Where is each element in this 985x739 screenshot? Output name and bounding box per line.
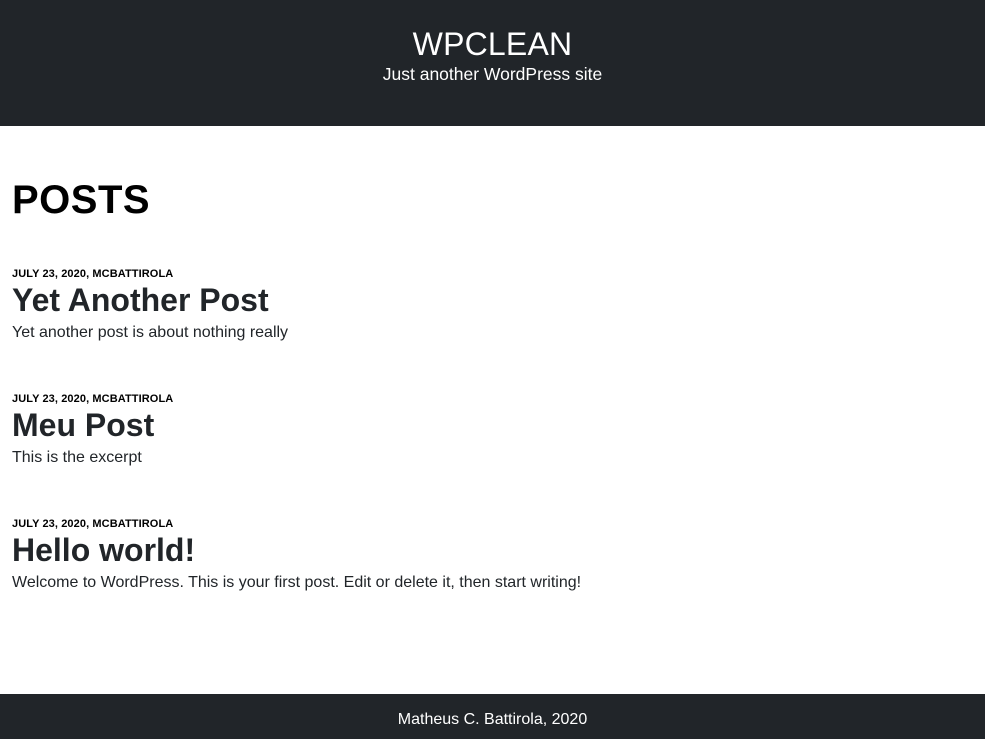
site-title-link[interactable]: WPCLEAN xyxy=(0,25,985,63)
post-excerpt: Welcome to WordPress. This is your first… xyxy=(12,574,582,591)
post-meta: JULY 23, 2020, MCBATTIROLA xyxy=(12,518,174,530)
post-item: JULY 23, 2020, MCBATTIROLA Hello world! … xyxy=(12,517,972,593)
site-tagline: Just another WordPress site xyxy=(382,64,603,84)
post-meta: JULY 23, 2020, MCBATTIROLA xyxy=(12,393,174,405)
post-item: JULY 23, 2020, MCBATTIROLA Yet Another P… xyxy=(12,267,972,343)
post-excerpt: Yet another post is about nothing really xyxy=(12,324,289,341)
site-header: WPCLEAN Just another WordPress site xyxy=(0,0,985,126)
post-title-link[interactable]: Hello world! xyxy=(12,532,972,568)
post-title-link[interactable]: Meu Post xyxy=(12,407,972,443)
post-item: JULY 23, 2020, MCBATTIROLA Meu Post This… xyxy=(12,392,972,468)
post-excerpt: This is the excerpt xyxy=(12,449,142,466)
footer-copyright: Matheus C. Battirola, 2020 xyxy=(397,711,588,728)
post-meta: JULY 23, 2020, MCBATTIROLA xyxy=(12,268,174,280)
post-title-link[interactable]: Yet Another Post xyxy=(12,282,972,318)
page-title: POSTS xyxy=(12,178,151,222)
page: WPCLEAN Just another WordPress site POST… xyxy=(0,0,985,739)
site-footer: Matheus C. Battirola, 2020 xyxy=(0,694,985,739)
